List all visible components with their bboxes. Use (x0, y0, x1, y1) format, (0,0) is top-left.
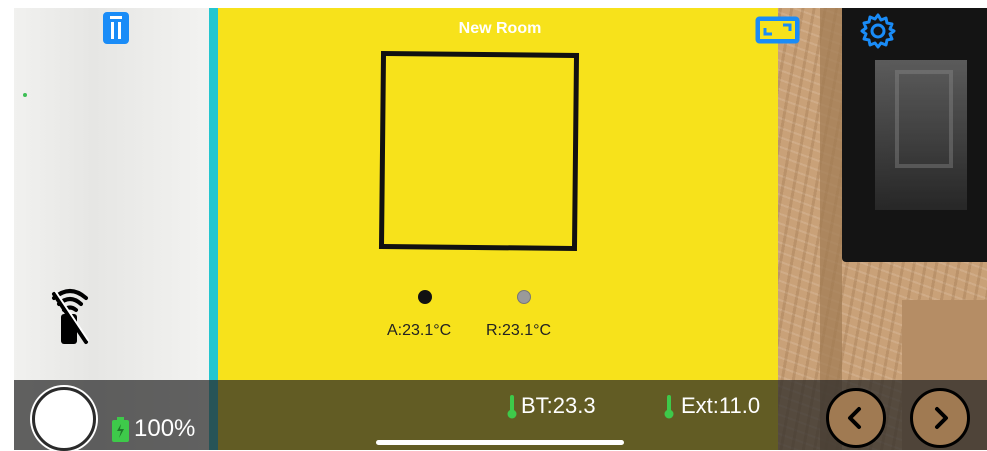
aspect-ratio-icon (755, 16, 800, 44)
previous-button[interactable] (826, 388, 886, 448)
battery-icon (112, 417, 129, 442)
settings-button[interactable] (858, 11, 898, 51)
chevron-left-icon (848, 407, 861, 429)
screen-edge (0, 0, 14, 450)
thermometer-icon (664, 395, 674, 419)
home-indicator[interactable] (376, 440, 624, 445)
chevron-right-icon (935, 407, 948, 429)
next-button[interactable] (910, 388, 970, 448)
sensor-r-dot (517, 290, 531, 304)
battery-level: 100% (134, 415, 196, 442)
tracking-point (23, 93, 27, 97)
sensor-a-dot (418, 290, 432, 304)
signal-off-icon (52, 289, 89, 344)
bt-reading: BT:23.3 (521, 393, 596, 418)
sensor-a-reading: A:23.1°C (387, 322, 452, 339)
capture-button[interactable] (32, 387, 96, 451)
connection-off-button[interactable] (48, 286, 92, 346)
sensor-r-reading: R:23.1°C (486, 322, 552, 339)
tv-reflection (875, 60, 967, 210)
ext-reading: Ext:11.0 (681, 393, 761, 418)
aspect-ratio-button[interactable] (755, 15, 800, 45)
gear-icon (860, 13, 896, 49)
trash-icon (103, 12, 129, 44)
thermometer-icon (507, 395, 517, 419)
trash-button[interactable] (101, 12, 131, 44)
measurement-frame[interactable] (378, 50, 580, 252)
room-title: New Room (458, 20, 542, 37)
